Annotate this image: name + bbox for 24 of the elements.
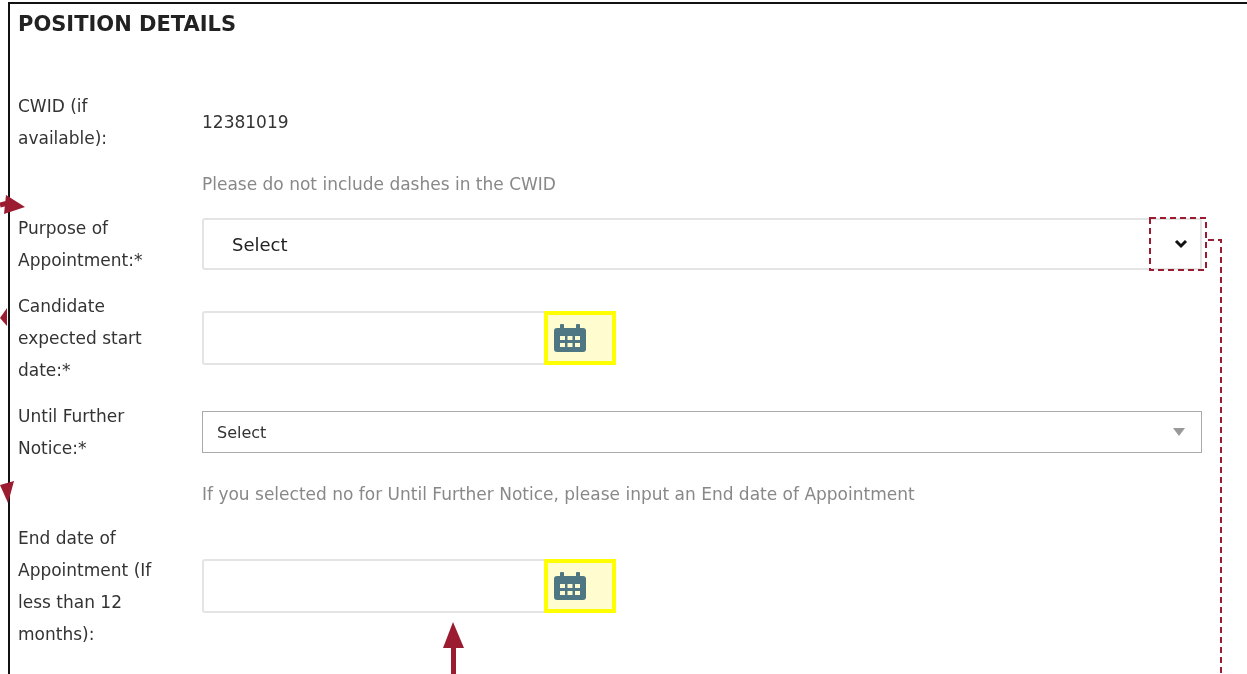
field-label: Candidate expected start date:* (18, 295, 143, 382)
chevron-down-icon (1174, 239, 1188, 249)
field-value: 12381019 (202, 112, 289, 132)
field-label: CWID (if available): (18, 95, 109, 150)
select-field[interactable]: Select (202, 218, 1202, 270)
caret-down-icon (1173, 428, 1185, 436)
calendar-icon (554, 324, 586, 352)
calendar-button[interactable] (544, 311, 616, 365)
field-label: End date of Appointment (If less than 12 months): (18, 527, 153, 646)
field-label: Purpose of Appointment:* (18, 217, 144, 272)
annotation-arrow (443, 622, 464, 674)
hint-text: If you selected no for Until Further Notice, please input an End date of Appointment (202, 483, 916, 506)
dashed-highlight-box (1149, 217, 1207, 271)
annotation-arrow (0, 481, 14, 503)
field-label: Until Further Notice:* (18, 405, 126, 460)
date-field[interactable] (202, 311, 544, 365)
calendar-icon (554, 572, 586, 600)
date-field[interactable] (202, 559, 544, 613)
annotation-arrow (0, 308, 7, 326)
hint-text: Please do not include dashes in the CWID (202, 173, 557, 196)
dropdown-field[interactable]: Select (202, 411, 1202, 453)
annotation-arrow (0, 195, 25, 214)
calendar-button[interactable] (544, 559, 616, 613)
section-title: POSITION DETAILS (18, 12, 238, 38)
